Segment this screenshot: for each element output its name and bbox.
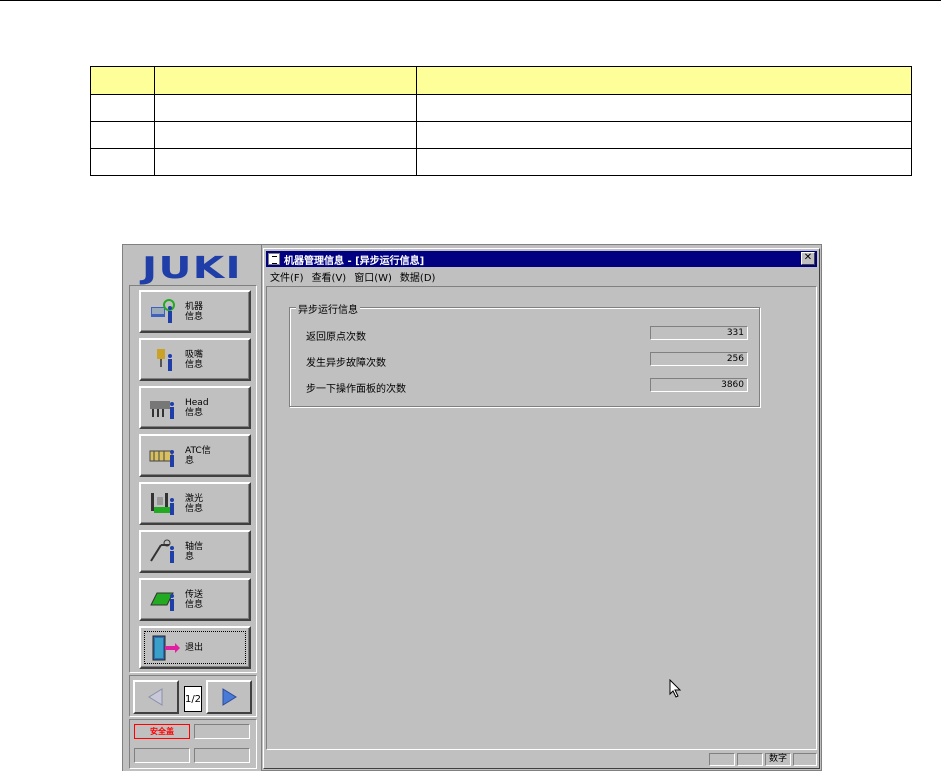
menu-window[interactable]: 窗口(W) <box>350 269 396 284</box>
async-run-info-group: 异步运行信息 返回原点次数 331 发生异步故障次数 256 步一下操作面板的次… <box>289 301 760 407</box>
head-info-button[interactable]: Head信息 <box>139 386 251 429</box>
table-cell <box>416 148 912 176</box>
axis-info-button[interactable]: 轴信息 <box>139 530 251 573</box>
document-icon <box>268 253 280 265</box>
top-rule <box>0 0 941 1</box>
table-cell <box>154 148 417 176</box>
nozzle-info-icon <box>149 347 181 373</box>
table-cell <box>154 94 417 122</box>
numlock-indicator: 数字 <box>765 753 791 766</box>
client-area: 异步运行信息 返回原点次数 331 发生异步故障次数 256 步一下操作面板的次… <box>266 286 817 750</box>
doc-table <box>90 66 912 176</box>
nozzle-info-button[interactable]: 吸嘴信息 <box>139 338 251 381</box>
laser-info-icon <box>149 491 181 517</box>
conveyor-info-icon <box>149 587 181 613</box>
laser-info-button[interactable]: 激光信息 <box>139 482 251 525</box>
head-info-label: Head信息 <box>185 397 209 418</box>
status-box <box>194 748 250 763</box>
logo-text: JUKI <box>142 251 242 286</box>
return-origin-count-field: 331 <box>650 326 748 340</box>
menu-file[interactable]: 文件(F) <box>266 269 308 284</box>
conveyor-info-button[interactable]: 传送信息 <box>139 578 251 621</box>
next-page-button[interactable] <box>206 680 252 714</box>
axis-info-label: 轴信息 <box>185 541 204 562</box>
machine-info-button[interactable]: 机器信息 <box>139 290 251 333</box>
table-cell <box>416 94 912 122</box>
panel-operation-count-field: 3860 <box>650 378 748 392</box>
left-panel: JUKI 机器信息 吸嘴信息 Head信息 ATC信息 激光信息 轴信息 传送信… <box>123 245 262 771</box>
table-header-row <box>90 66 912 95</box>
window-title: 机器管理信息 - [异步运行信息] <box>284 255 425 267</box>
table-cell <box>90 121 155 149</box>
status-bar: 数字 <box>266 752 817 767</box>
atc-info-button[interactable]: ATC信息 <box>139 434 251 477</box>
title-bar[interactable]: 机器管理信息 - [异步运行信息] ✕ <box>266 251 817 267</box>
async-fault-count-label: 发生异步故障次数 <box>306 358 386 369</box>
nozzle-info-label: 吸嘴信息 <box>185 349 204 370</box>
juki-logo: JUKI <box>129 252 255 286</box>
panel-operation-count-label: 步一下操作面板的次数 <box>306 384 406 395</box>
safety-cover-indicator: 安全盖 <box>134 724 190 739</box>
app-screenshot: JUKI 机器信息 吸嘴信息 Head信息 ATC信息 激光信息 轴信息 传送信… <box>122 244 822 771</box>
menu-view[interactable]: 查看(V) <box>308 269 351 284</box>
conveyor-info-label: 传送信息 <box>185 589 204 610</box>
status-indicators: 安全盖 <box>129 719 257 769</box>
status-cell <box>793 753 817 766</box>
table-cell <box>416 66 912 95</box>
status-cell <box>737 753 763 766</box>
mouse-cursor-icon <box>669 679 682 698</box>
table-row <box>90 121 912 149</box>
machine-info-icon <box>149 298 181 325</box>
machine-management-window: 机器管理信息 - [异步运行信息] ✕ 文件(F) 查看(V) 窗口(W) 数据… <box>263 248 820 769</box>
table-cell <box>154 121 417 149</box>
table-row <box>90 94 912 122</box>
status-cell <box>709 753 735 766</box>
exit-label: 退出 <box>185 642 204 653</box>
machine-info-label: 机器信息 <box>185 301 204 322</box>
exit-button[interactable]: 退出 <box>139 626 251 669</box>
table-cell <box>90 66 155 95</box>
page-indicator: 1/2 <box>184 686 202 712</box>
exit-door-icon <box>149 635 181 661</box>
laser-info-label: 激光信息 <box>185 493 204 514</box>
menu-frame: 机器信息 吸嘴信息 Head信息 ATC信息 激光信息 轴信息 传送信息 退出 <box>129 285 257 673</box>
return-origin-count-label: 返回原点次数 <box>306 332 366 343</box>
menu-bar: 文件(F) 查看(V) 窗口(W) 数据(D) <box>266 268 817 284</box>
head-info-icon <box>149 395 181 421</box>
close-button[interactable]: ✕ <box>801 252 815 265</box>
atc-info-label: ATC信息 <box>185 445 211 466</box>
right-arrow-icon <box>222 688 237 706</box>
status-box <box>194 724 250 739</box>
pager: 1/2 <box>129 675 257 717</box>
table-cell <box>154 66 417 95</box>
left-arrow-icon <box>148 688 163 706</box>
async-fault-count-field: 256 <box>650 352 748 366</box>
table-cell <box>416 121 912 149</box>
table-row <box>90 148 912 176</box>
table-cell <box>90 148 155 176</box>
axis-info-icon <box>149 539 181 565</box>
group-title: 异步运行信息 <box>296 301 360 316</box>
menu-data[interactable]: 数据(D) <box>396 269 440 284</box>
atc-info-icon <box>149 443 181 469</box>
table-cell <box>90 94 155 122</box>
status-box <box>134 748 190 763</box>
prev-page-button[interactable] <box>133 680 179 714</box>
